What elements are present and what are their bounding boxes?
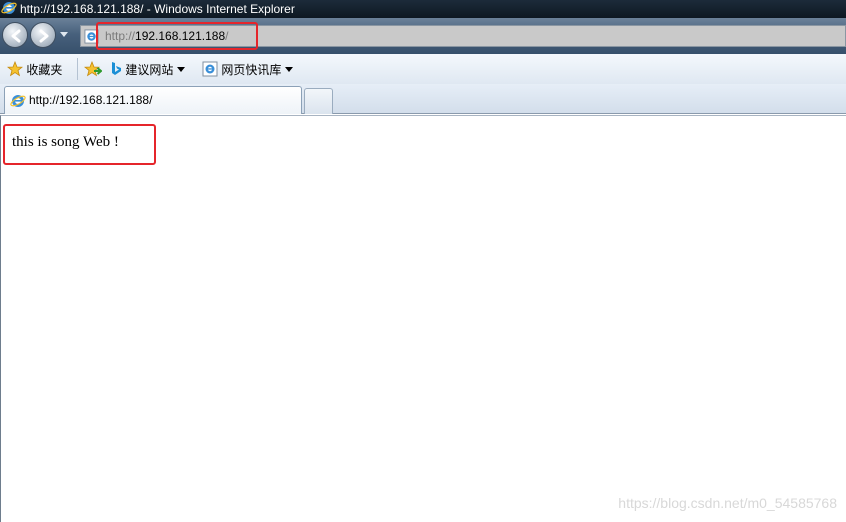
page-content: this is song Web ! https://blog.csdn.net… (0, 115, 846, 522)
ie-icon (1, 0, 17, 20)
title-bar: http://192.168.121.188/ - Windows Intern… (0, 0, 846, 18)
suggested-sites-label: 建议网站 (125, 63, 174, 77)
star-icon (6, 60, 24, 77)
chevron-down-icon (177, 67, 186, 72)
tab-label: http://192.168.121.188/ (29, 93, 153, 107)
history-dropdown-button[interactable] (60, 32, 68, 37)
tab-row: http://192.168.121.188/ (0, 84, 846, 114)
favorites-label: 收藏夹 (26, 63, 63, 77)
tab-ie-icon (10, 93, 26, 113)
web-slice-label: 网页快讯库 (221, 63, 282, 77)
favorites-button[interactable]: 收藏夹 (6, 60, 63, 78)
content-highlight-box (3, 124, 156, 165)
add-favorites-icon (83, 60, 103, 77)
window-title: http://192.168.121.188/ - Windows Intern… (20, 2, 295, 16)
new-tab-button[interactable] (304, 88, 333, 114)
back-button[interactable] (2, 22, 28, 48)
favorites-separator (77, 58, 78, 80)
favorites-bar: 收藏夹 建议网站 网页快讯库 (0, 54, 846, 84)
suggested-sites-button[interactable]: 建议网站 (110, 61, 186, 78)
forward-arrow-icon (39, 29, 49, 43)
bing-icon (112, 62, 121, 75)
add-to-favorites-bar-button[interactable] (83, 60, 103, 78)
chevron-down-icon (285, 67, 294, 72)
tab-active[interactable]: http://192.168.121.188/ (4, 86, 302, 114)
url-highlight-box (96, 22, 258, 50)
web-slice-gallery-button[interactable]: 网页快讯库 (202, 61, 294, 78)
forward-button[interactable] (30, 22, 56, 48)
watermark: https://blog.csdn.net/m0_54585768 (618, 495, 837, 511)
back-arrow-icon (11, 29, 21, 43)
ie-page-icon (202, 61, 218, 77)
